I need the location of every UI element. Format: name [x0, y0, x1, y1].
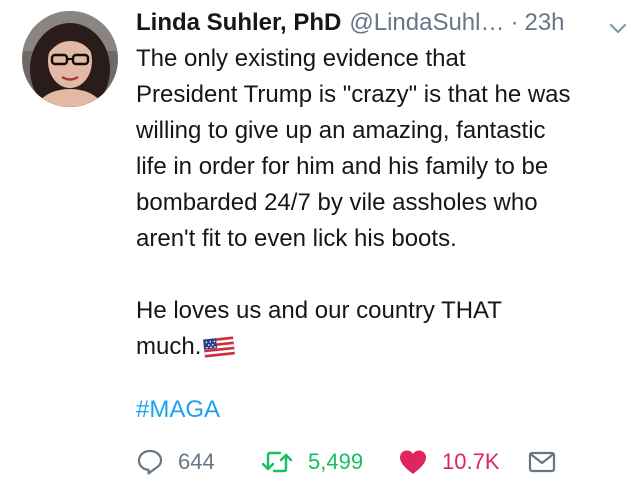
tweet-text-line: aren't fit to even lick his boots. [136, 225, 457, 252]
separator-dot: · [510, 9, 519, 36]
tweet-text-line: bombarded 24/7 by vile assholes who [136, 189, 538, 216]
chevron-down-icon[interactable] [608, 16, 628, 34]
like-count: 10.7K [442, 449, 500, 474]
tweet-text-line: President Trump is "crazy" is that he wa… [136, 81, 571, 108]
retweet-icon [260, 448, 294, 476]
retweet-count: 5,499 [308, 449, 364, 474]
author-handle[interactable]: @LindaSuhl… [349, 9, 504, 37]
tweet-text-line: The only existing evidence that [136, 45, 466, 72]
direct-message-button[interactable] [528, 442, 556, 482]
user-avatar-image [22, 11, 118, 107]
avatar[interactable] [22, 11, 118, 107]
tweet-text-line: life in order for him and his family to … [136, 153, 549, 180]
like-button[interactable]: 10.7K [398, 442, 500, 482]
tweet-text-line: He loves us and our country THAT [136, 297, 502, 324]
tweet-actions: 644 5,499 10.7K [136, 442, 626, 482]
timestamp[interactable]: 23h [524, 9, 564, 37]
hashtag-link[interactable]: #MAGA [136, 392, 220, 428]
envelope-icon [528, 449, 556, 475]
reply-icon [136, 448, 164, 476]
reply-button[interactable]: 644 [136, 442, 215, 482]
tweet-text-segment: much. [136, 333, 202, 360]
us-flag-emoji [203, 333, 236, 369]
tweet-text: The only existing evidence that Presiden… [136, 41, 628, 369]
tweet-header: Linda Suhler, PhD @LindaSuhl… · 23h [136, 6, 628, 40]
reply-count: 644 [178, 449, 215, 474]
retweet-button[interactable]: 5,499 [260, 442, 363, 482]
author-display-name[interactable]: Linda Suhler, PhD [136, 9, 341, 37]
tweet-text-line-with-emoji: much. [136, 329, 628, 369]
heart-icon [398, 448, 428, 476]
tweet-text-line: willing to give up an amazing, fantastic [136, 117, 546, 144]
